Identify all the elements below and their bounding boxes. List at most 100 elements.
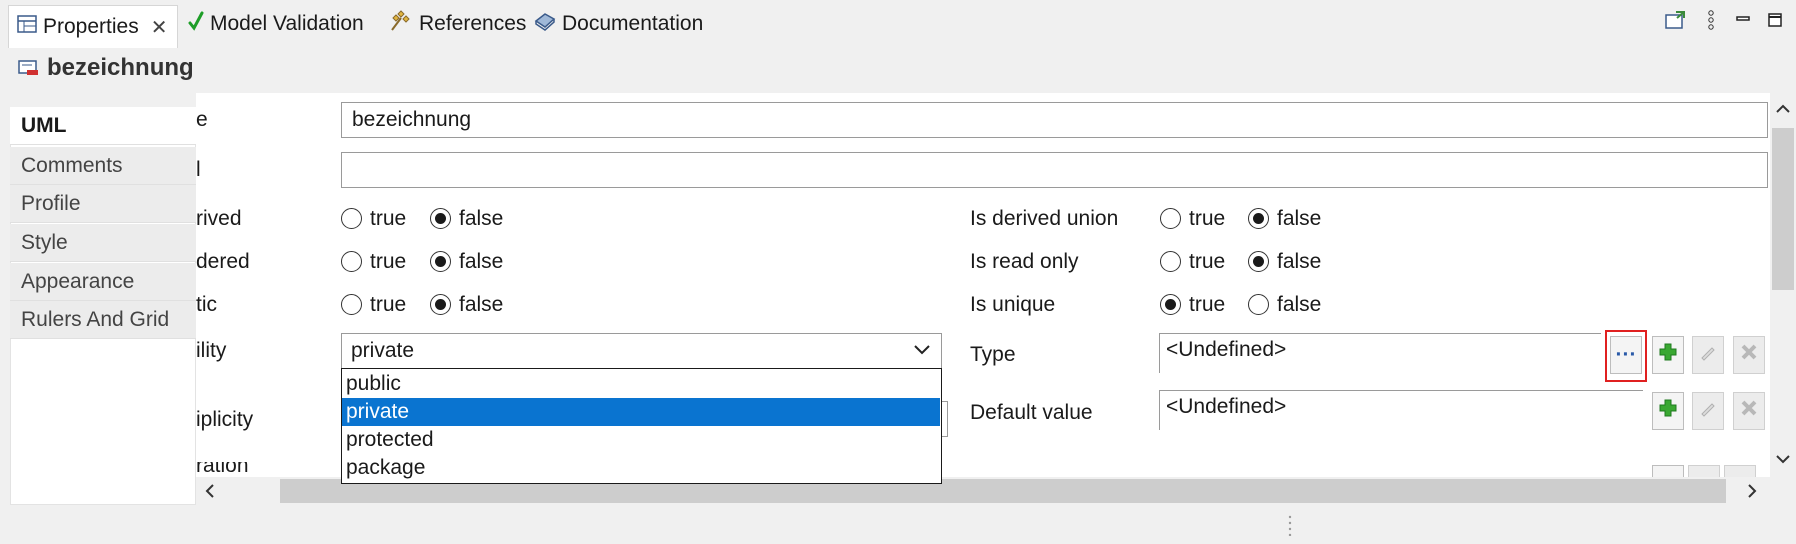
browse-button[interactable]: ··· <box>1610 336 1642 374</box>
derived-union-false-text: false <box>1277 207 1322 230</box>
resize-grip-icon[interactable] <box>1288 514 1292 542</box>
static-true-radio[interactable] <box>341 294 362 315</box>
tab-label: Documentation <box>562 12 704 35</box>
read-only-false-text: false <box>1277 250 1322 273</box>
view-menu-icon[interactable] <box>1698 8 1724 32</box>
add-button[interactable] <box>1652 465 1684 477</box>
is-static-label: tic <box>196 293 217 316</box>
visibility-option-public[interactable]: public <box>342 370 940 398</box>
category-comments[interactable]: Comments <box>10 147 196 185</box>
edit-default-value-button[interactable] <box>1692 392 1724 430</box>
pencil-icon <box>1699 343 1717 367</box>
static-false-text: false <box>459 293 504 316</box>
tab-label: Properties <box>43 15 139 38</box>
derived-union-true-radio[interactable] <box>1160 208 1181 229</box>
default-value-label: Default value <box>970 401 1093 424</box>
minimize-icon[interactable] <box>1730 8 1756 32</box>
scroll-right-icon[interactable] <box>1742 479 1762 503</box>
category-style[interactable]: Style <box>10 224 196 262</box>
unique-true-text: true <box>1189 293 1226 316</box>
visibility-selected-value: private <box>351 339 415 362</box>
add-default-value-button[interactable] <box>1652 392 1684 430</box>
visibility-option-private[interactable]: private <box>342 398 940 426</box>
chevron-down-icon[interactable] <box>909 337 935 363</box>
tab-label: Model Validation <box>210 12 364 35</box>
is-derived-union-label: Is derived union <box>970 207 1119 230</box>
vertical-scroll-thumb[interactable] <box>1772 128 1794 290</box>
is-derived-label: rived <box>196 207 242 230</box>
remove-default-value-button[interactable] <box>1733 392 1765 430</box>
derived-true-radio[interactable] <box>341 208 362 229</box>
tab-model-validation[interactable]: Model Validation <box>188 7 364 41</box>
is-ordered-label: dered <box>196 250 250 273</box>
properties-header <box>0 48 1796 93</box>
scroll-left-icon[interactable] <box>200 479 220 503</box>
close-icon[interactable]: ✕ <box>151 15 168 40</box>
documentation-icon <box>534 11 556 37</box>
name-label: e <box>196 108 208 131</box>
unique-false-radio[interactable] <box>1248 294 1269 315</box>
visibility-dropdown-list: public private protected package <box>341 368 942 484</box>
checkmark-icon <box>188 11 204 37</box>
is-unique-label: Is unique <box>970 293 1056 316</box>
category-profile[interactable]: Profile <box>10 185 196 223</box>
clipped-button-row <box>1652 463 1772 477</box>
plus-icon <box>1659 399 1677 423</box>
derived-false-radio[interactable] <box>430 208 451 229</box>
ordered-false-text: false <box>459 250 504 273</box>
maximize-icon[interactable] <box>1762 8 1788 32</box>
references-icon <box>389 10 413 38</box>
unique-false-text: false <box>1277 293 1322 316</box>
label-field[interactable] <box>341 152 1768 188</box>
derived-true-text: true <box>370 207 407 230</box>
status-bar <box>0 505 1796 544</box>
add-type-button[interactable] <box>1652 336 1684 374</box>
remove-type-button[interactable] <box>1733 336 1765 374</box>
ordered-true-radio[interactable] <box>341 251 362 272</box>
delete-icon <box>1740 399 1758 423</box>
edit-type-button[interactable] <box>1692 336 1724 374</box>
derived-union-true-text: true <box>1189 207 1226 230</box>
visibility-select[interactable]: private <box>341 333 942 369</box>
visibility-option-protected[interactable]: protected <box>342 426 940 454</box>
type-value-field[interactable]: <Undefined> <box>1159 333 1601 373</box>
unique-true-radio[interactable] <box>1160 294 1181 315</box>
name-field[interactable]: bezeichnung <box>341 102 1768 138</box>
category-uml[interactable]: UML <box>10 107 196 145</box>
property-element-icon <box>18 59 40 83</box>
pin-view-icon[interactable] <box>1662 8 1688 32</box>
default-value-field[interactable]: <Undefined> <box>1159 390 1643 430</box>
tab-documentation[interactable]: Documentation <box>534 7 703 41</box>
tab-properties[interactable]: Properties ✕ <box>8 5 179 48</box>
derived-union-false-radio[interactable] <box>1248 208 1269 229</box>
label-label: l <box>196 158 201 181</box>
ordered-false-radio[interactable] <box>430 251 451 272</box>
derived-false-text: false <box>459 207 504 230</box>
static-false-radio[interactable] <box>430 294 451 315</box>
category-appearance[interactable]: Appearance <box>10 263 196 301</box>
clipped-row: ration <box>196 462 296 477</box>
category-rulers-and-grid[interactable]: Rulers And Grid <box>10 301 196 339</box>
edit-button[interactable] <box>1688 465 1720 477</box>
read-only-true-radio[interactable] <box>1160 251 1181 272</box>
page-title: bezeichnung <box>47 54 194 81</box>
type-label: Type <box>970 343 1016 366</box>
properties-icon <box>17 15 37 39</box>
ordered-true-text: true <box>370 250 407 273</box>
scroll-up-icon[interactable] <box>1772 97 1794 121</box>
tab-references[interactable]: References <box>389 7 526 41</box>
clipped-label: ration <box>196 462 249 477</box>
remove-button[interactable] <box>1724 465 1756 477</box>
read-only-false-radio[interactable] <box>1248 251 1269 272</box>
is-read-only-label: Is read only <box>970 250 1079 273</box>
tab-label: References <box>419 12 527 35</box>
multiplicity-label: iplicity <box>196 408 254 431</box>
delete-icon <box>1740 343 1758 367</box>
scroll-down-icon[interactable] <box>1772 447 1794 471</box>
visibility-option-package[interactable]: package <box>342 454 940 482</box>
plus-icon <box>1659 343 1677 367</box>
visibility-label: ility <box>196 339 227 362</box>
static-true-text: true <box>370 293 407 316</box>
read-only-true-text: true <box>1189 250 1226 273</box>
pencil-icon <box>1699 399 1717 423</box>
